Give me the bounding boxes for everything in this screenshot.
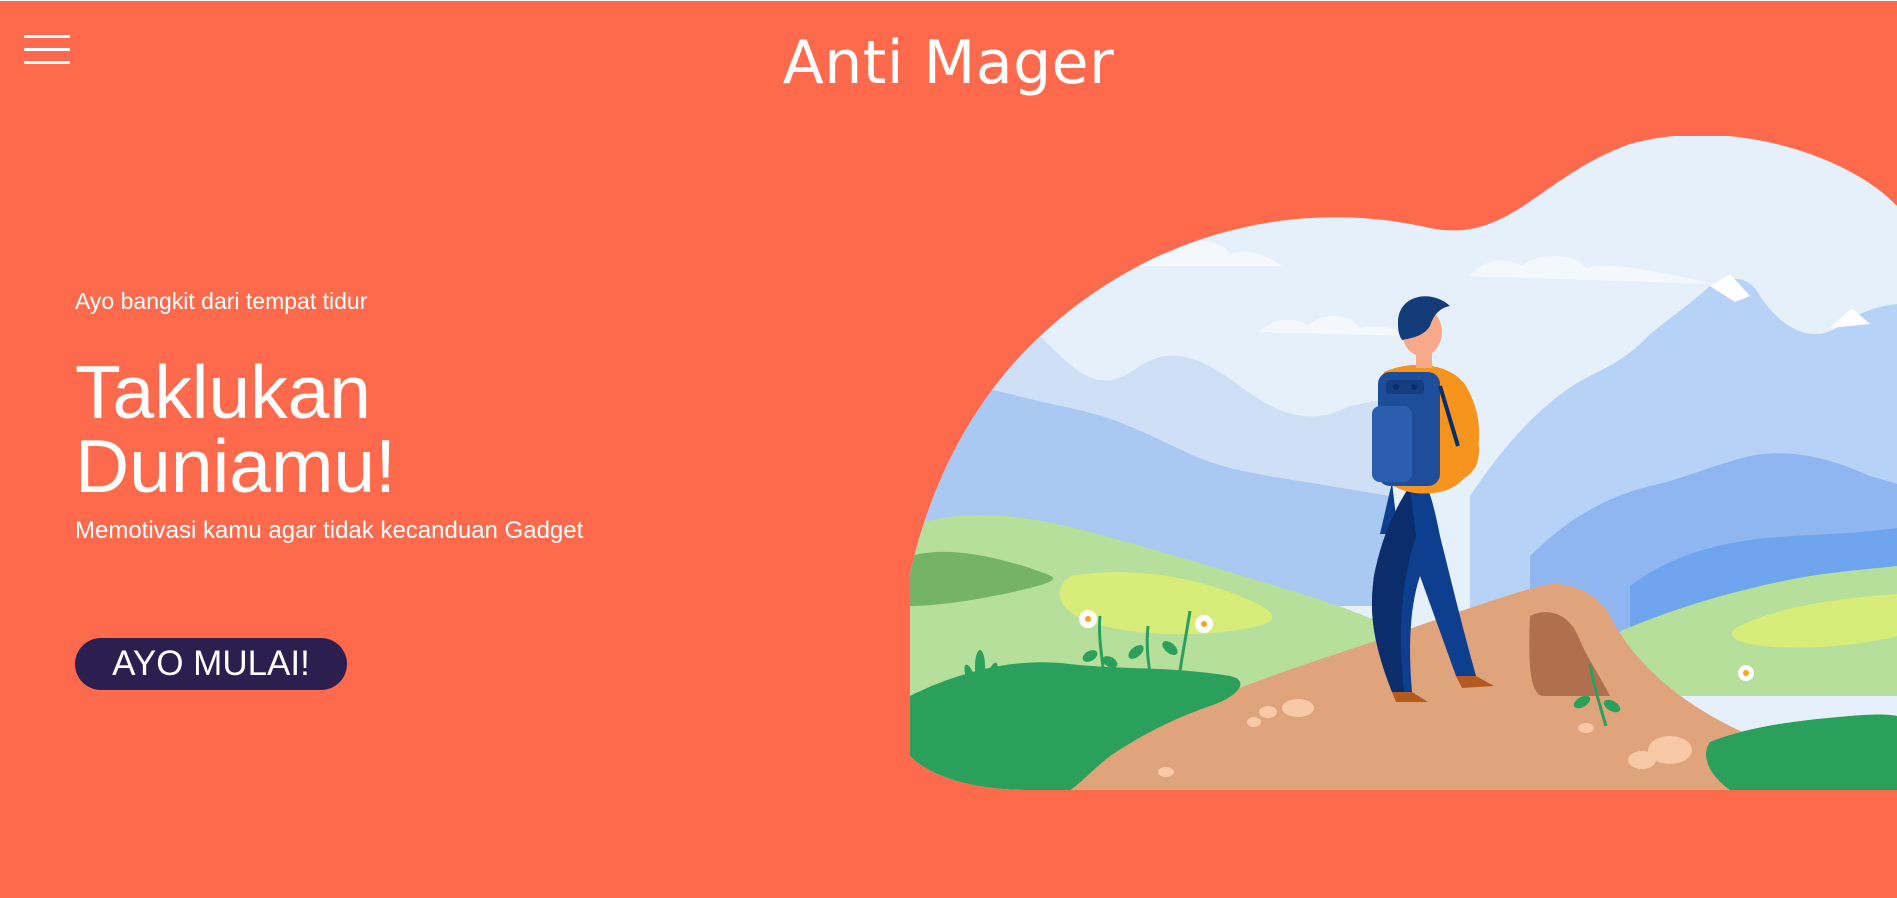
landing-page: Anti Mager Ayo bangkit dari tempat tidur… bbox=[0, 0, 1897, 898]
hero-text-block: Ayo bangkit dari tempat tidur Taklukan D… bbox=[75, 285, 775, 547]
start-button[interactable]: AYO MULAI! bbox=[75, 638, 347, 690]
landscape-scene bbox=[910, 136, 1897, 790]
hero-headline: Taklukan Duniamu! bbox=[75, 355, 775, 504]
hero-headline-line2: Duniamu! bbox=[75, 424, 396, 508]
hero-subtext: Memotivasi kamu agar tidak kecanduan Gad… bbox=[75, 517, 584, 544]
hero-tagline: Ayo bangkit dari tempat tidur bbox=[75, 288, 368, 314]
brand-title: Anti Mager bbox=[782, 28, 1115, 98]
hero-headline-line1: Taklukan bbox=[75, 350, 372, 434]
hiker-illustration bbox=[910, 136, 1897, 790]
